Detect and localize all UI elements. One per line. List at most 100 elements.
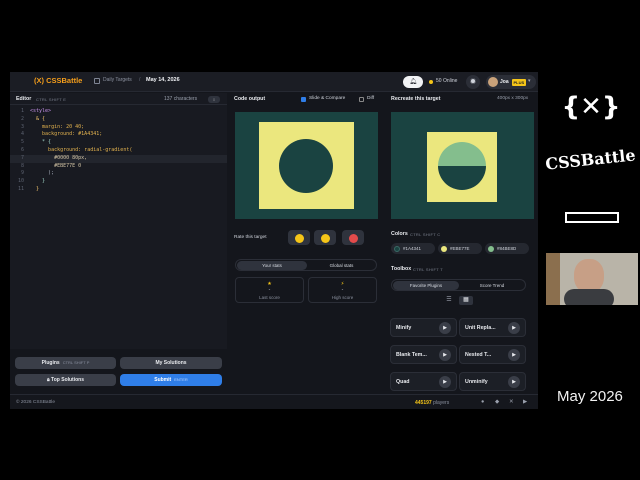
breadcrumb-daily-targets[interactable]: Daily Targets — [103, 77, 132, 83]
code-output-panel: Code output Slide & Compare Diff Rate th… — [232, 93, 382, 393]
user-menu[interactable]: Joa PLUS ▾ — [486, 75, 536, 89]
toolbox-title: Toolbox — [391, 266, 412, 272]
editor-shortcut: CTRL SHIFT E — [36, 96, 67, 102]
rate-label: Rate this target — [234, 235, 267, 240]
tab-global-stats[interactable]: Global stats — [307, 261, 376, 270]
online-status-dot — [429, 80, 433, 84]
code-line[interactable]: } — [30, 186, 39, 194]
stream-overlay: {✕} CSSBattle — [543, 85, 640, 415]
tab-your-stats[interactable]: Your stats — [237, 261, 307, 270]
players-count: 445197 players — [415, 399, 450, 406]
editor-panel: Editor CTRL SHIFT E 137 characters ↕ 1 <s… — [10, 93, 227, 349]
output-circle — [279, 139, 333, 193]
code-line[interactable]: background: #1A4341; — [30, 131, 102, 139]
online-count: 50 Online — [436, 77, 458, 84]
colors-shortcut: CTRL SHIFT C — [410, 231, 441, 237]
breadcrumb-date: May 14, 2026 — [146, 77, 180, 83]
code-line[interactable]: } — [30, 178, 45, 186]
code-line[interactable]: margin: 20 40; — [30, 124, 84, 132]
top-solutions-button[interactable]: 🔒︎ Top Solutions — [15, 374, 116, 386]
my-solutions-button[interactable]: My Solutions — [120, 357, 222, 369]
toolbox-tabs: Favorite Plugins Score Trend — [391, 279, 526, 291]
bell-icon: 🔔︎ — [409, 79, 417, 85]
target-size: 400px x 300px — [497, 96, 529, 101]
rate-happy-button[interactable] — [288, 230, 310, 245]
submit-button[interactable]: Submit ENTER — [120, 374, 222, 386]
breadcrumb-separator: / — [139, 77, 141, 83]
toolbox-shortcut: CTRL SHIFT T — [413, 266, 443, 272]
code-line[interactable]: * { — [30, 139, 51, 147]
webcam-feed — [546, 253, 638, 305]
code-line[interactable]: <style> — [30, 108, 51, 116]
code-line[interactable]: #EBE77E 0 — [30, 163, 81, 171]
slide-compare-checkbox[interactable] — [301, 96, 306, 102]
youtube-icon[interactable]: ▶ — [523, 399, 527, 405]
svg-text:CSSBattle: CSSBattle — [544, 145, 636, 173]
slide-compare-label: Slide & Compare — [309, 96, 346, 101]
code-line[interactable]: & { — [30, 116, 45, 124]
tab-favorite-plugins[interactable]: Favorite Plugins — [393, 281, 459, 290]
color-swatch[interactable]: #EBE77E — [438, 243, 482, 254]
target-title: Recreate this target — [391, 96, 441, 102]
char-count-toggle[interactable]: ↕ — [208, 95, 220, 103]
username: Joa — [500, 78, 509, 85]
copyright: © 2026 CSSBattle — [16, 399, 56, 405]
tab-score-trend[interactable]: Score Trend — [459, 281, 525, 290]
colors-title: Colors — [391, 231, 408, 237]
top-bar: (X) CSSBattle Daily Targets / May 14, 20… — [10, 72, 538, 92]
footer: © 2026 CSSBattle 445197 players ● ◆ ✕ ▶ — [10, 394, 538, 409]
rate-neutral-button[interactable] — [314, 230, 336, 245]
editor-actions: Plugins CTRL SHIFT P My Solutions 🔒︎ Top … — [10, 353, 227, 393]
code-line[interactable]: #0000 80px, — [30, 155, 87, 163]
color-swatch[interactable]: #84BE8D — [485, 243, 529, 254]
theme-toggle-button[interactable]: ✹ — [466, 75, 480, 89]
play-icon: ▶ — [439, 349, 451, 361]
code-editor[interactable]: 1 <style> 2 & { 3 margin: 20 40; 4 backgr… — [10, 108, 227, 194]
svg-text:{✕}: {✕} — [562, 92, 621, 122]
code-line[interactable]: background: radial-gradient( — [30, 147, 132, 155]
plus-badge: PLUS — [512, 78, 526, 86]
x-icon[interactable]: ✕ — [509, 399, 514, 405]
code-output-title: Code output — [234, 96, 266, 102]
play-icon: ▶ — [508, 376, 520, 388]
last-score-card: ★ - Last score — [235, 277, 304, 303]
play-icon: ▶ — [439, 376, 451, 388]
editor-title: Editor — [16, 96, 32, 102]
diff-label: Diff — [367, 96, 375, 101]
plugin-card[interactable]: Unminify ▶ — [459, 372, 526, 391]
plugin-card[interactable]: Blank Tem... ▶ — [390, 345, 457, 364]
notifications-button[interactable]: 🔔︎ — [403, 76, 423, 88]
chevron-down-icon: ▾ — [528, 78, 531, 84]
cssbattle-logo[interactable]: (X) CSSBattle — [34, 76, 82, 85]
active-line: 7 #0000 80px, — [10, 154, 227, 163]
editor-header: Editor CTRL SHIFT E 137 characters ↕ — [10, 93, 227, 105]
cssbattle-app: (X) CSSBattle Daily Targets / May 14, 20… — [10, 72, 538, 409]
diff-checkbox[interactable] — [359, 96, 364, 102]
color-swatch[interactable]: #1A4341 — [391, 243, 435, 254]
list-view-icon[interactable]: ☰ — [442, 296, 456, 305]
stats-tabs: Your stats Global stats — [235, 259, 377, 271]
output-preview[interactable] — [235, 112, 378, 219]
discord-icon[interactable]: ◆ — [495, 399, 499, 405]
code-line[interactable]: ); — [30, 170, 54, 178]
high-score-card: ⚡︎ - High score — [308, 277, 377, 303]
calendar-icon — [94, 78, 100, 84]
plugin-card[interactable]: Unit Repla... ▶ — [459, 318, 526, 337]
sun-icon: ✹ — [469, 77, 477, 86]
plugins-button[interactable]: Plugins CTRL SHIFT P — [15, 357, 116, 369]
character-count: 137 characters — [164, 96, 198, 102]
grid-view-icon[interactable]: ▦ — [459, 296, 473, 305]
avatar — [488, 77, 498, 87]
plugin-card[interactable]: Nested T... ▶ — [459, 345, 526, 364]
play-icon: ▶ — [439, 322, 451, 334]
plugin-card[interactable]: Quad ▶ — [390, 372, 457, 391]
target-image[interactable] — [391, 112, 534, 219]
play-icon: ▶ — [508, 322, 520, 334]
rate-angry-button[interactable] — [342, 230, 364, 245]
overlay-date: May 2026 — [557, 388, 623, 405]
play-icon: ▶ — [508, 349, 520, 361]
plugin-card[interactable]: Minify ▶ — [390, 318, 457, 337]
target-panel: Recreate this target 400px x 300px Color… — [387, 93, 538, 393]
github-icon[interactable]: ● — [481, 399, 484, 405]
target-circle — [438, 142, 486, 190]
